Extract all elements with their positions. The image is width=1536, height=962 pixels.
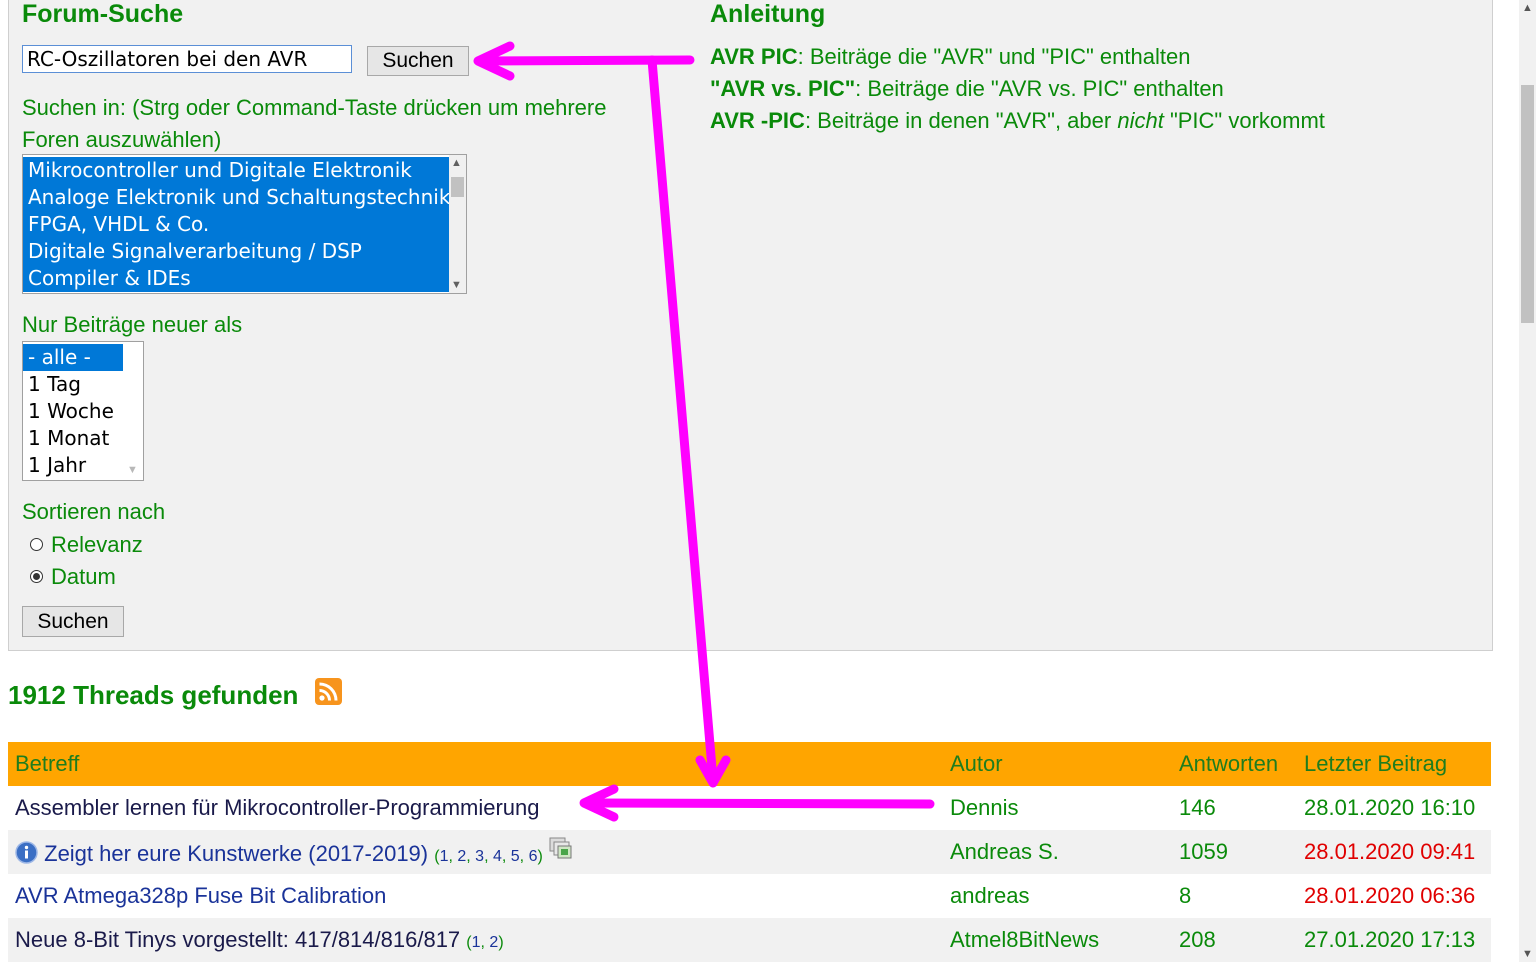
arrow-to-results	[647, 55, 731, 788]
arrow-to-first-result	[579, 784, 935, 822]
arrow-to-search-input	[473, 41, 695, 81]
annotation-overlay	[473, 41, 935, 822]
